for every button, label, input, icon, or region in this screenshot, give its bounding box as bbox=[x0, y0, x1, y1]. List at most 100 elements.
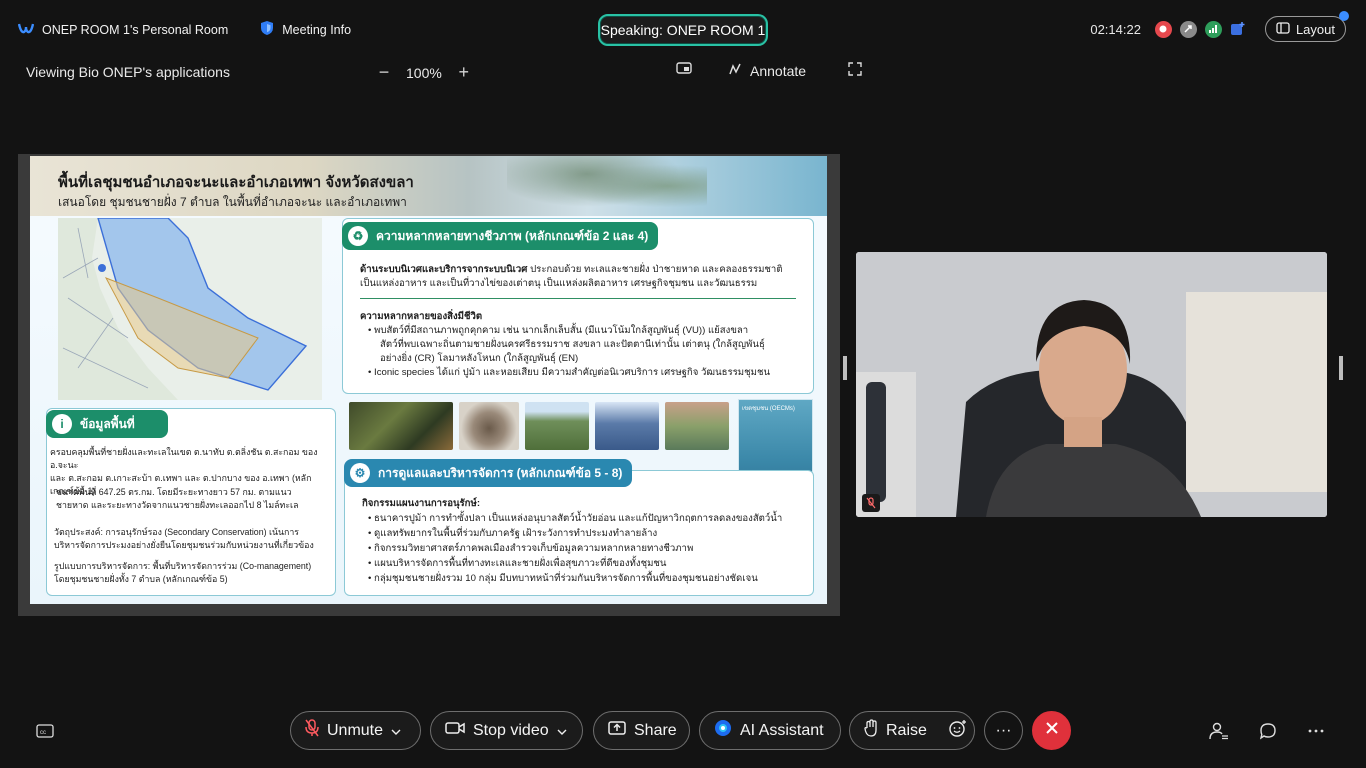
annotate-icon[interactable] bbox=[728, 62, 744, 79]
mic-off-icon bbox=[305, 719, 319, 742]
raise-label: Raise bbox=[886, 721, 927, 739]
divider bbox=[360, 298, 796, 299]
unmute-label: Unmute bbox=[327, 721, 384, 739]
layout-icon bbox=[1276, 21, 1290, 37]
photo-1 bbox=[349, 402, 453, 450]
signal-icon[interactable] bbox=[1204, 20, 1222, 38]
ecosystem-text: ด้านระบบนิเวศและบริการจากระบบนิเวศ ประกอ… bbox=[360, 263, 810, 291]
speaking-indicator: Speaking: ONEP ROOM 1 bbox=[598, 14, 768, 46]
participants-icon[interactable] bbox=[1208, 720, 1230, 742]
ai-assistant-label: AI Assistant bbox=[740, 721, 824, 739]
species-bullet-1c: อย่างยิ่ง (CR) โลมาหลังโหนก (ใกล้สูญพันธ… bbox=[380, 353, 579, 364]
mgmt-line-1: รูปแบบการบริหารจัดการ: พื้นที่บริหารจัดก… bbox=[54, 561, 312, 571]
zoom-out-button[interactable]: − bbox=[376, 62, 392, 83]
chat-icon[interactable] bbox=[1257, 720, 1279, 742]
share-button[interactable]: Share bbox=[593, 711, 690, 750]
captions-icon[interactable]: cc bbox=[34, 720, 56, 742]
meeting-controls: cc Unmute Stop video Share AI Assistant bbox=[0, 706, 1366, 756]
management-model-text: รูปแบบการบริหารจัดการ: พื้นที่บริหารจัดก… bbox=[54, 560, 334, 586]
close-icon bbox=[1045, 721, 1059, 740]
share-tools: Annotate bbox=[676, 62, 862, 79]
camera-icon bbox=[445, 721, 465, 740]
photo-3 bbox=[525, 402, 589, 450]
chevron-down-icon[interactable] bbox=[557, 722, 567, 740]
link-icon[interactable] bbox=[1179, 20, 1197, 38]
species-heading: ความหลากหลายของสิ่งมีชีวิต bbox=[360, 311, 483, 322]
zoom-in-button[interactable]: + bbox=[456, 62, 472, 83]
activity-item: • กิจกรรมวิทยาศาสตร์ภาคพลเมืองสำรวจเก็บข… bbox=[368, 543, 694, 554]
webex-icon bbox=[17, 21, 35, 38]
purpose-line-1: วัตถุประสงค์: การอนุรักษ์รอง (Secondary … bbox=[54, 527, 299, 537]
biodiversity-heading: ♻ ความหลากหลายทางชีวภาพ (หลักเกณฑ์ข้อ 2 … bbox=[342, 222, 659, 250]
more-icon[interactable] bbox=[1305, 720, 1327, 742]
activity-item: • กลุ่มชุมชนชายฝั่งรวม 10 กลุ่ม มีบทบาทห… bbox=[368, 573, 758, 584]
ecosystem-desc-2: เป็นแหล่งอาหาร และเป็นที่วางไข่ของเต่าตน… bbox=[360, 278, 758, 289]
svg-text:cc: cc bbox=[40, 730, 46, 736]
ecosystem-desc: ประกอบด้วย ทะเลและชายฝั่ง ป่าชายหาด และค… bbox=[527, 264, 783, 275]
popout-icon[interactable] bbox=[676, 62, 692, 79]
participant-video[interactable] bbox=[856, 252, 1327, 517]
area-map bbox=[58, 218, 322, 400]
recycle-icon: ♻ bbox=[348, 226, 368, 246]
meeting-clock: 02:14:22 bbox=[1090, 21, 1141, 37]
shared-content[interactable]: พื้นที่เลชุมชนอำเภอจะนะและอำเภอเทพา จังห… bbox=[18, 154, 840, 616]
share-icon bbox=[608, 721, 626, 740]
notification-dot bbox=[1339, 11, 1349, 21]
share-label: Share bbox=[634, 721, 677, 739]
stop-video-label: Stop video bbox=[473, 721, 549, 739]
management-heading: ⚙ การดูแลและบริหารจัดการ (หลักเกณฑ์ข้อ 5… bbox=[344, 459, 633, 487]
share-toolbar: Viewing Bio ONEP's applications − 100% +… bbox=[0, 56, 862, 90]
activity-item: • แผนบริหารจัดการพื้นที่ทางทะเลและชายฝั่… bbox=[368, 558, 667, 569]
resize-handle-left[interactable] bbox=[843, 356, 847, 380]
zoom-controls: − 100% + bbox=[376, 62, 472, 83]
chevron-down-icon[interactable] bbox=[391, 722, 401, 740]
photo-2 bbox=[459, 402, 519, 450]
area-info-heading-text: ข้อมูลพื้นที่ bbox=[80, 416, 135, 431]
area-line-1: ครอบคลุมพื้นที่ชายฝั่งและทะเลในเขต ต.นาท… bbox=[50, 447, 318, 470]
photo-4 bbox=[595, 402, 659, 450]
participant-video-feed bbox=[856, 252, 1327, 517]
fullscreen-icon[interactable] bbox=[848, 62, 862, 79]
purpose-text: วัตถุประสงค์: การอนุรักษ์รอง (Secondary … bbox=[54, 526, 334, 552]
management-heading-text: การดูแลและบริหารจัดการ (หลักเกณฑ์ข้อ 5 -… bbox=[378, 465, 623, 480]
slide-subtitle: เสนอโดย ชุมชนชายฝั่ง 7 ตำบล ในพื้นที่อำเ… bbox=[58, 195, 407, 209]
zoom-level: 100% bbox=[406, 64, 442, 81]
room-name[interactable]: ONEP ROOM 1's Personal Room bbox=[42, 23, 228, 37]
layout-label: Layout bbox=[1295, 21, 1335, 37]
end-call-button[interactable] bbox=[1032, 711, 1071, 750]
info-icon: i bbox=[52, 414, 72, 434]
gear-icon: ⚙ bbox=[350, 463, 370, 483]
presentation-slide: พื้นที่เลชุมชนอำเภอจะนะและอำเภอเทพา จังห… bbox=[30, 156, 827, 604]
meeting-info-link[interactable]: Meeting Info bbox=[282, 23, 351, 37]
layout-button[interactable]: Layout bbox=[1264, 11, 1349, 42]
resize-handle-right[interactable] bbox=[1339, 356, 1343, 380]
species-bullet-2: • Iconic species ได้แก่ ปูม้า และหอยเสีย… bbox=[368, 367, 771, 378]
raise-hand-button[interactable]: Raise bbox=[849, 711, 975, 750]
species-bullet-1a: • พบสัตว์ที่มีสถานภาพถูกคุกคาม เช่น นากเ… bbox=[368, 325, 749, 336]
slide-title: พื้นที่เลชุมชนอำเภอจะนะและอำเภอเทพา จังห… bbox=[58, 174, 414, 191]
photo-strip bbox=[349, 402, 729, 450]
activity-item: • ธนาคารปูม้า การทำซั้งปลา เป็นแหล่งอนุบ… bbox=[368, 513, 783, 524]
apps-icon[interactable] bbox=[1230, 21, 1247, 38]
viewing-label: Viewing Bio ONEP's applications bbox=[26, 64, 230, 80]
photo-5 bbox=[665, 402, 729, 450]
poster-label: เขตชุมชน (OECMs) bbox=[742, 406, 795, 412]
annotate-button[interactable]: Annotate bbox=[750, 63, 806, 79]
area-size-text: ขนาดพื้นที่ 647.25 ตร.กม. โดยมีระยะทางยา… bbox=[56, 486, 332, 512]
unmute-button[interactable]: Unmute bbox=[290, 711, 421, 750]
recording-icon[interactable] bbox=[1154, 20, 1172, 38]
activity-item: • ดูแลทรัพยากรในพื้นที่ร่วมกับภาครัฐ เฝ้… bbox=[368, 528, 658, 539]
area-info-heading: i ข้อมูลพื้นที่ bbox=[46, 410, 168, 438]
top-right-group: 02:14:22 Layout bbox=[1090, 11, 1349, 42]
biodiversity-heading-text: ความหลากหลายทางชีวภาพ (หลักเกณฑ์ข้อ 2 แล… bbox=[376, 228, 649, 243]
ai-assistant-icon bbox=[714, 719, 732, 742]
ecosystem-label: ด้านระบบนิเวศและบริการจากระบบนิเวศ bbox=[360, 264, 528, 275]
top-bar: ONEP ROOM 1's Personal Room Meeting Info… bbox=[0, 0, 1366, 60]
more-options-button[interactable]: ··· bbox=[984, 711, 1023, 750]
reactions-icon[interactable] bbox=[949, 719, 967, 742]
species-bullet-1b: สัตว์ที่พบเฉพาะถิ่นตามชายฝั่งนครศรีธรรมร… bbox=[380, 339, 765, 350]
mgmt-line-2: โดยชุมชนชายฝั่งทั้ง 7 ตำบล (หลักเกณฑ์ข้อ… bbox=[54, 574, 228, 584]
stop-video-button[interactable]: Stop video bbox=[430, 711, 583, 750]
ai-assistant-button[interactable]: AI Assistant bbox=[699, 711, 841, 750]
top-left-group: ONEP ROOM 1's Personal Room Meeting Info bbox=[17, 20, 351, 39]
